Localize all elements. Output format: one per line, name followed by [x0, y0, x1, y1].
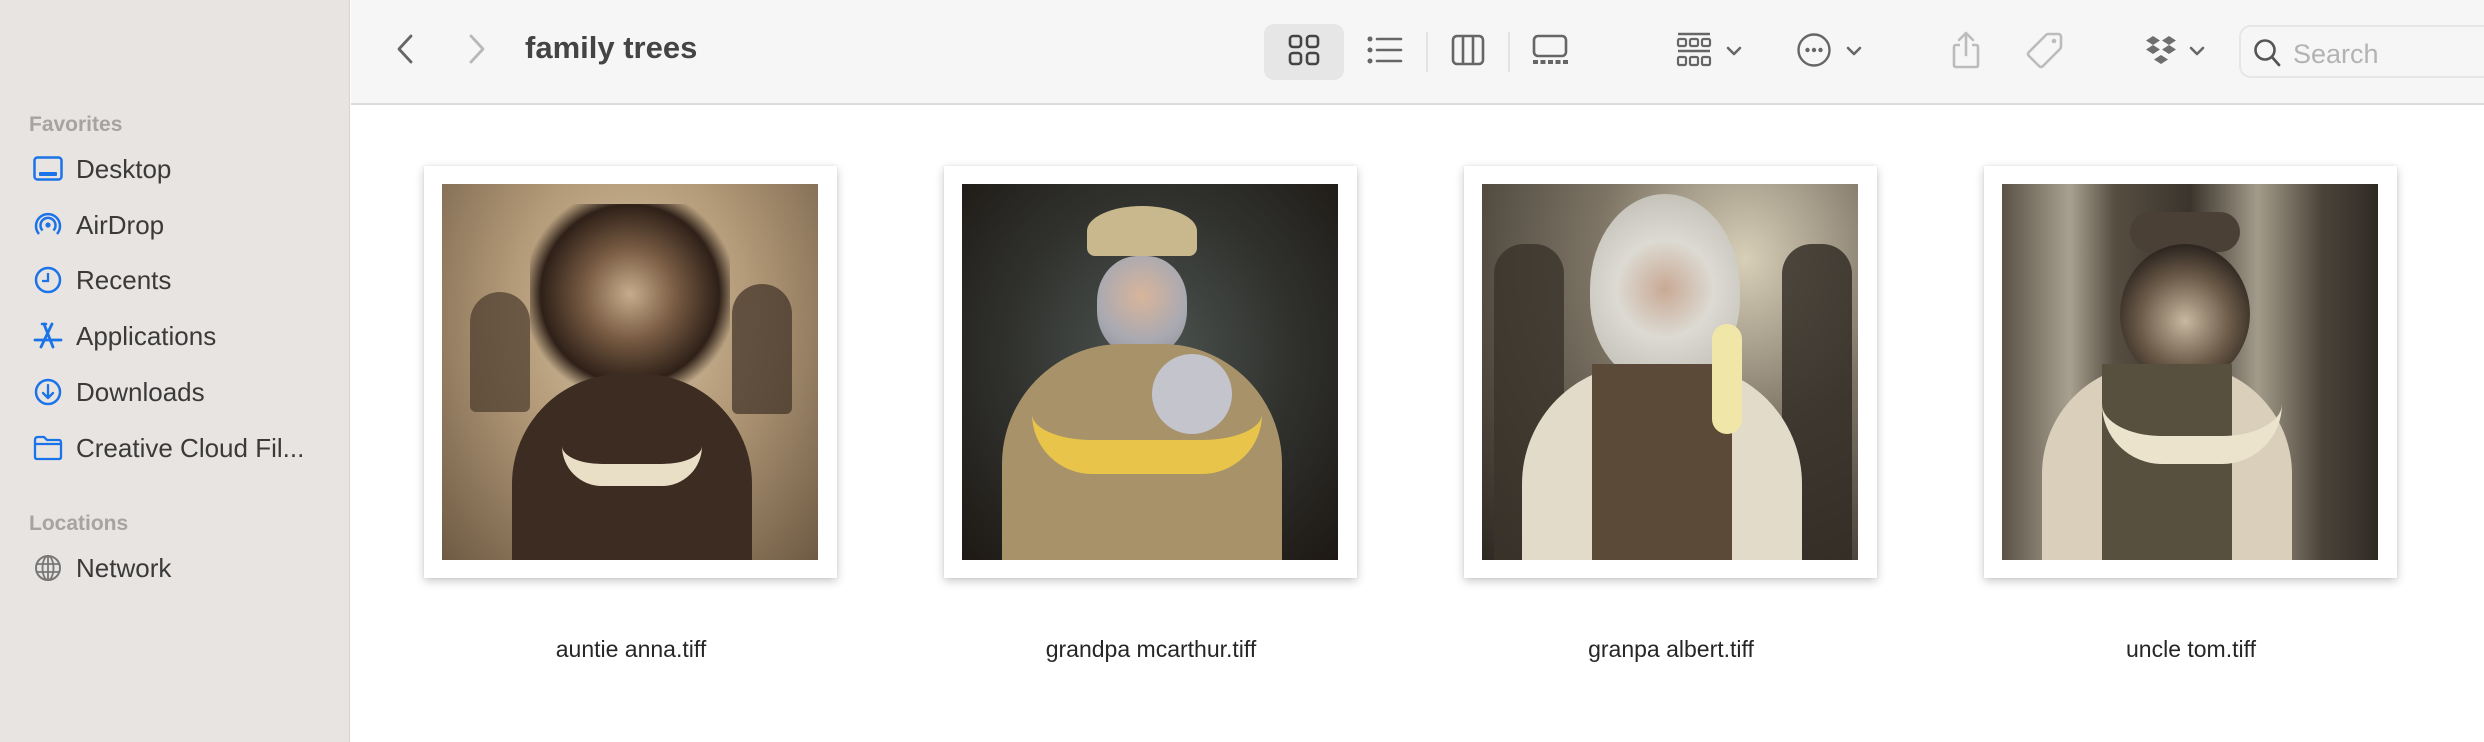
gallery-icon	[1532, 34, 1568, 71]
sidebar-item-label: Creative Cloud Fil...	[76, 432, 305, 463]
action-menu-button[interactable]	[1789, 24, 1869, 80]
file-name[interactable]: grandpa mcarthur.tiff	[884, 636, 1418, 663]
sidebar-item-applications[interactable]: Applications	[0, 311, 349, 361]
tag-icon	[2026, 31, 2064, 74]
file-thumbnail[interactable]	[424, 166, 837, 578]
search-placeholder: Search	[2293, 39, 2379, 69]
sidebar-item-network[interactable]: Network	[0, 543, 349, 593]
sidebar-item-label: Desktop	[76, 153, 172, 184]
search-icon	[2253, 38, 2281, 73]
file-grid: auntie anna.tiff grandpa mcarthur.tiff g…	[351, 106, 2484, 742]
thumbnail-image	[962, 184, 1338, 560]
toolbar: family trees Search	[351, 0, 2484, 105]
file-thumbnail[interactable]	[944, 166, 1357, 578]
chevron-down-icon	[2189, 43, 2205, 61]
file-thumbnail[interactable]	[1984, 166, 2397, 578]
list-icon	[1367, 35, 1403, 70]
applications-icon	[32, 320, 64, 352]
sidebar-item-label: Applications	[76, 320, 217, 351]
icon-view-button-hit[interactable]	[1264, 24, 1344, 80]
chevron-right-icon	[467, 33, 487, 70]
sidebar-item-downloads[interactable]: Downloads	[0, 367, 349, 417]
column-view-button[interactable]	[1444, 24, 1492, 80]
chevron-down-icon	[1726, 43, 1742, 61]
file-name[interactable]: auntie anna.tiff	[364, 636, 898, 663]
group-by-icon	[1676, 32, 1712, 73]
sidebar-item-airdrop[interactable]: AirDrop	[0, 200, 349, 250]
ellipsis-circle-icon	[1796, 32, 1832, 73]
sidebar-item-label: Downloads	[76, 376, 205, 407]
window-title: family trees	[525, 30, 698, 65]
sidebar-section-favorites: Favorites	[29, 113, 123, 136]
thumbnail-image	[2002, 184, 2378, 560]
thumbnail-image	[1482, 184, 1858, 560]
toolbar-divider	[1508, 32, 1510, 72]
clock-icon	[32, 264, 64, 296]
sidebar-item-label: AirDrop	[76, 209, 165, 240]
sidebar-item-creative-cloud-files[interactable]: Creative Cloud Fil...	[0, 423, 349, 473]
sidebar-section-locations: Locations	[29, 512, 129, 535]
dropbox-icon	[2145, 35, 2177, 70]
group-by-button[interactable]	[1669, 24, 1749, 80]
chevron-left-icon	[395, 33, 415, 70]
thumbnail-image	[442, 184, 818, 560]
sidebar-item-label: Network	[76, 552, 172, 583]
chevron-down-icon	[1846, 43, 1862, 61]
share-button[interactable]	[1945, 24, 1987, 80]
columns-icon	[1451, 34, 1485, 71]
sidebar-item-desktop[interactable]: Desktop	[0, 144, 349, 194]
sidebar-item-label: Recents	[76, 264, 172, 295]
file-thumbnail[interactable]	[1464, 166, 1877, 578]
file-name[interactable]: uncle tom.tiff	[1924, 636, 2458, 663]
desktop-icon	[32, 153, 64, 185]
tag-button[interactable]	[2023, 24, 2067, 80]
airdrop-icon	[32, 209, 64, 241]
forward-button[interactable]	[461, 30, 493, 72]
back-button[interactable]	[389, 30, 421, 72]
download-icon	[32, 376, 64, 408]
search-field[interactable]: Search	[2239, 25, 2484, 78]
sidebar: Favorites Desktop AirDrop Recents Applic…	[0, 0, 350, 742]
folder-icon	[32, 432, 64, 464]
gallery-view-button[interactable]	[1526, 24, 1574, 80]
toolbar-divider	[1426, 32, 1428, 72]
grid-icon	[1288, 34, 1320, 71]
share-icon	[1951, 31, 1981, 74]
file-name[interactable]: granpa albert.tiff	[1404, 636, 1938, 663]
globe-icon	[32, 552, 64, 584]
sidebar-item-recents[interactable]: Recents	[0, 255, 349, 305]
list-view-button[interactable]	[1361, 24, 1409, 80]
dropbox-button[interactable]	[2141, 24, 2209, 80]
